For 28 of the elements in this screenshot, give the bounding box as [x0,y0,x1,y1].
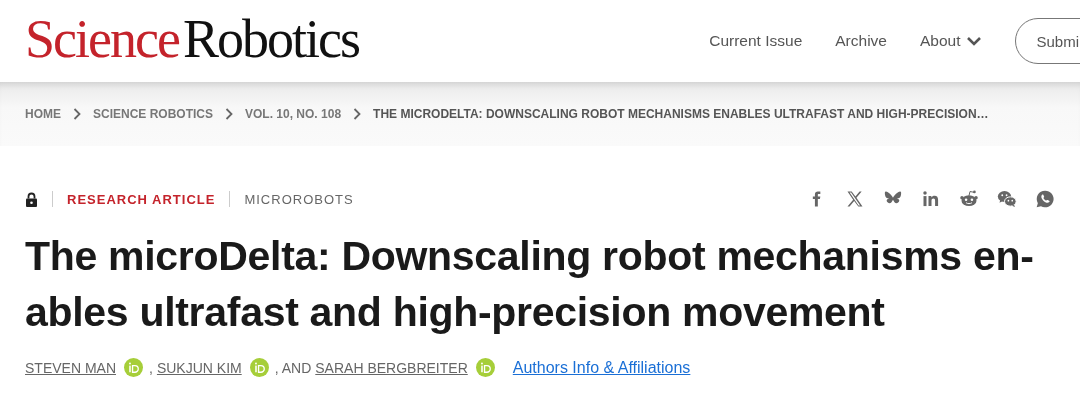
author-separator: , AND [274,359,312,376]
wechat-icon[interactable] [997,189,1017,209]
chevron-icon [353,108,362,120]
breadcrumb-link[interactable]: VOL. 10, NO. 108 [245,107,342,121]
lock-icon [25,191,38,207]
reddit-icon[interactable] [959,189,979,209]
logo[interactable]: ScienceRobotics [25,12,359,66]
affiliations-link[interactable]: Authors Info & Affiliations [512,358,691,377]
submit-button[interactable]: Submi [1015,18,1080,64]
breadcrumb-link[interactable]: SCIENCE ROBOTICS [93,107,213,121]
chevron-icon [225,108,233,120]
author-link[interactable]: SUKJUN KIM [156,359,242,376]
nav-link[interactable]: Archive [835,32,887,50]
whatsapp-icon[interactable] [1035,189,1055,209]
author-separator: , [149,359,153,376]
nav-menu[interactable]: About [919,32,983,50]
article-title: The microDelta: Downscaling robot mechanisms en- ables ultrafast and high-precision movement [25,232,1035,337]
article-type[interactable]: RESEARCH ARTICLE [67,191,216,207]
author-link[interactable]: STEVEN MAN [25,359,116,376]
nav-link[interactable]: Current Issue [709,32,803,50]
x-icon[interactable] [845,189,865,209]
author-link[interactable]: SARAH BERGBREITER [315,359,468,376]
subject-tag[interactable]: MICROROBOTS [244,191,354,207]
breadcrumb-link[interactable]: HOME [25,107,61,121]
breadcrumb-link[interactable]: THE MICRODELTA: DOWNSCALING ROBOT MECHANISMS ENABLES ULTRAFAST AND HIGH-PRECISION… [373,107,989,121]
caret-icon [966,35,983,47]
linkedin-icon[interactable] [921,189,941,209]
chevron-icon [73,108,81,120]
